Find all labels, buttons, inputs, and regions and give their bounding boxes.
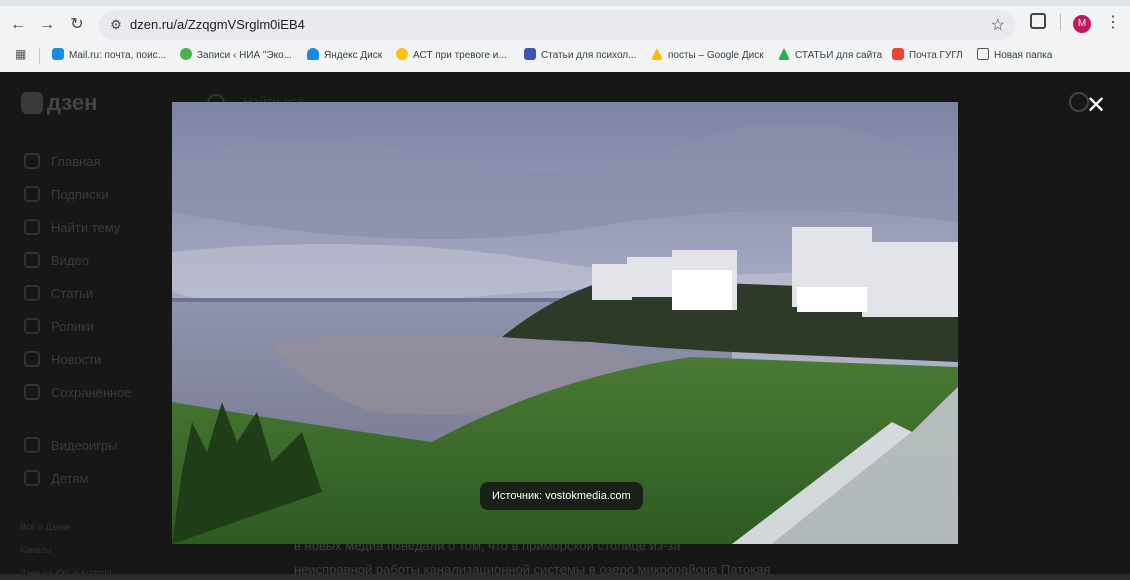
browser-toolbar: ← → ↻ ⚙ dzen.ru/a/ZzqgmVSrglm0iEB4 ☆ M ⋮… <box>0 0 1130 72</box>
toolbar-divider <box>1060 14 1061 30</box>
google-drive-icon <box>778 48 790 60</box>
shorts-icon <box>24 318 40 334</box>
star-icon[interactable]: ☆ <box>991 15 1005 35</box>
articles-icon <box>24 285 40 301</box>
url-text[interactable]: dzen.ru/a/ZzqgmVSrglm0iEB4 <box>130 17 305 32</box>
video-icon <box>24 252 40 268</box>
subscriptions-icon <box>24 186 40 202</box>
gamepad-icon <box>24 437 40 453</box>
bookmark-posts-gdrive[interactable]: посты – Google Диск <box>651 47 764 65</box>
sidebar-item-video[interactable]: Видео <box>24 251 89 271</box>
bookmark-icon <box>24 384 40 400</box>
yandex-disk-icon <box>307 48 319 60</box>
dzen-logo[interactable]: дзен <box>21 90 97 116</box>
sidebar-item-games[interactable]: Видеоигры <box>24 436 118 456</box>
address-bar[interactable]: ⚙ dzen.ru/a/ZzqgmVSrglm0iEB4 ☆ <box>99 10 1015 40</box>
bookmark-mailru[interactable]: Mail.ru: почта, поис... <box>52 47 166 65</box>
sidebar-item-find-topic[interactable]: Найти тему <box>24 218 120 238</box>
forward-icon[interactable]: → <box>35 13 59 37</box>
profile-avatar[interactable]: M <box>1073 15 1091 33</box>
sidebar-item-news[interactable]: Новости <box>24 350 101 370</box>
bookmarks-divider <box>39 48 40 64</box>
bookmark-articles-psych[interactable]: Статьи для психол... <box>524 47 636 65</box>
back-icon[interactable]: ← <box>6 13 30 37</box>
bookmark-nia-eco[interactable]: Записи ‹ НИА "Эко... <box>180 47 292 65</box>
image-source-caption: Источник: vostokmedia.com <box>480 482 643 510</box>
mailru-icon <box>52 48 64 60</box>
folder-icon <box>977 48 989 60</box>
nia-icon <box>180 48 192 60</box>
footer-link-about[interactable]: Всё о Дзене <box>20 522 71 532</box>
bookmark-site-articles[interactable]: СТАТЬИ для сайта <box>778 47 882 65</box>
bookmark-yandex-disk[interactable]: Яндекс Диск <box>307 47 382 65</box>
gmail-icon <box>892 48 904 60</box>
sidebar-item-saved[interactable]: Сохранённое <box>24 383 132 403</box>
tune-icon[interactable]: ⚙ <box>107 16 125 34</box>
bookmarks-bar: ▦ Mail.ru: почта, поис... Записи ‹ НИА "… <box>0 44 1130 68</box>
footer-link-channels[interactable]: Каналы <box>20 545 52 555</box>
google-drive-icon <box>651 48 663 60</box>
lightbulb-icon <box>396 48 408 60</box>
dzen-logo-icon <box>21 92 43 114</box>
kids-icon <box>24 470 40 486</box>
reload-icon[interactable]: ↻ <box>65 13 89 37</box>
page-icon <box>524 48 536 60</box>
coastal-landscape-image <box>172 102 958 544</box>
bookmark-ast[interactable]: АСТ при тревоге и... <box>396 47 507 65</box>
navigation-row: ← → ↻ ⚙ dzen.ru/a/ZzqgmVSrglm0iEB4 ☆ <box>0 8 1130 42</box>
sidebar-item-kids[interactable]: Детям <box>24 469 89 489</box>
home-icon <box>24 153 40 169</box>
news-icon <box>24 351 40 367</box>
close-icon[interactable]: ✕ <box>1085 94 1107 118</box>
bookmark-new-folder[interactable]: Новая папка <box>977 47 1052 65</box>
sidebar-item-subscriptions[interactable]: Подписки <box>24 185 109 205</box>
apps-grid-icon[interactable]: ▦ <box>15 48 27 60</box>
article-photo <box>172 102 958 544</box>
tab-strip <box>0 0 1130 6</box>
search-icon <box>24 219 40 235</box>
puzzle-icon[interactable] <box>1030 13 1046 29</box>
taskbar-edge <box>0 574 1130 580</box>
bookmark-gmail[interactable]: Почта ГУГЛ <box>892 47 963 65</box>
kebab-icon[interactable]: ⋮ <box>1105 12 1121 32</box>
sidebar-item-shorts[interactable]: Ролики <box>24 317 94 337</box>
sidebar-item-articles[interactable]: Статьи <box>24 284 93 304</box>
sidebar-item-home[interactable]: Главная <box>24 152 100 172</box>
